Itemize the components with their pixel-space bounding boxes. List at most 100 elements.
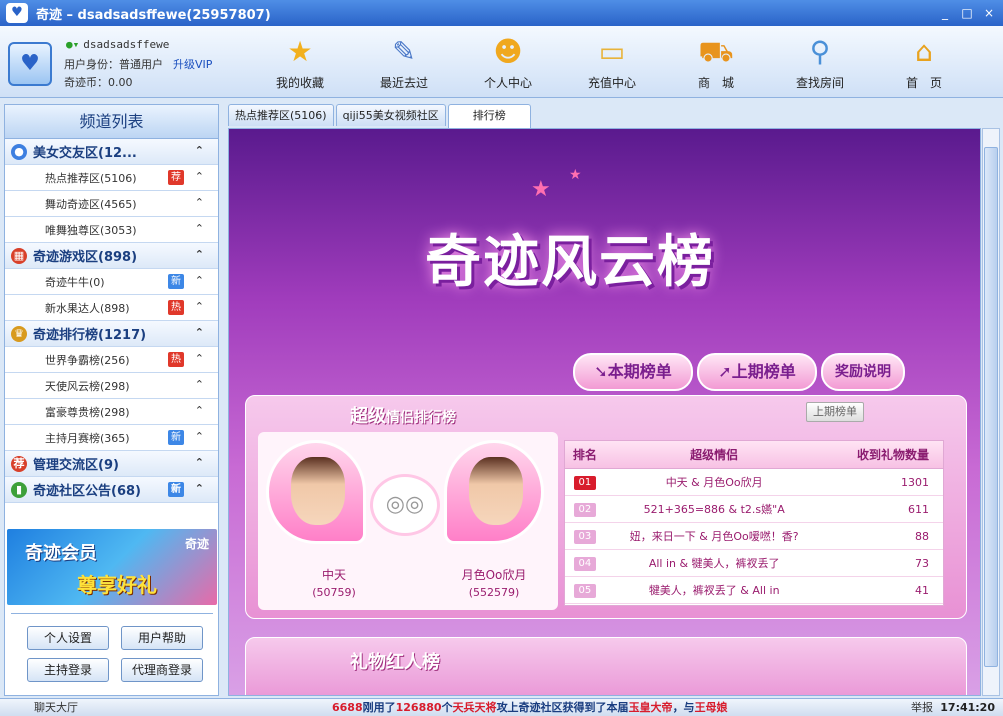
chat-hall-label[interactable]: 聊天大厅 (34, 699, 78, 716)
channel-group[interactable]: ▦ 奇迹游戏区(898) ⌃ (5, 243, 218, 269)
ranking-table: 排名 超级情侣 收到礼物数量 01 中天 & 月色Oo欣月 1301 02 521+36… (564, 440, 944, 606)
table-row[interactable]: 01 中天 & 月色Oo欣月 1301 (565, 469, 943, 496)
couple-ranking-panel: 超级情侣排行榜 上期榜单 ◎◎ 中天 (50759) 月色Oo欣月 (55257… (245, 395, 967, 619)
channel-label: 天使风云榜(298) (45, 379, 130, 393)
banner-line1: 奇迹会员 (25, 543, 97, 564)
channel-item[interactable]: 舞动奇迹区(4565) ⌃ (5, 191, 218, 217)
channel-group[interactable]: ♛ 奇迹排行榜(1217) ⌃ (5, 321, 218, 347)
scrollbar-thumb[interactable] (984, 147, 998, 667)
couple-right-name[interactable]: 月色Oo欣月 (444, 566, 544, 583)
chevron-up-icon[interactable]: ⌃ (195, 456, 204, 469)
rank-badge: 01 (573, 475, 596, 490)
channel-item[interactable]: 新水果达人(898) 热 ⌃ (5, 295, 218, 321)
channel-label: 舞动奇迹区(4565) (45, 197, 137, 211)
table-row[interactable]: 05 犍美人，裤衩丢了 & All in 41 (565, 577, 943, 604)
channel-label: 世界争霸榜(256) (45, 353, 130, 367)
current-list-button[interactable]: ➘本期榜单 (573, 353, 693, 391)
chevron-up-icon[interactable]: ⌃ (195, 326, 204, 339)
toolbar-item-card[interactable]: ▭ 充值中心 (560, 30, 664, 92)
channel-label: 唯舞独尊区(3053) (45, 223, 137, 237)
recommend-icon: 荐 (11, 455, 27, 472)
rank-badge: 02 (573, 502, 596, 517)
reward-info-button[interactable]: 奖励说明 (821, 353, 905, 391)
toolbar-item-magnifier[interactable]: ⚲ 查找房间 (768, 30, 872, 92)
tab-video-community[interactable]: qiji55美女视频社区 (335, 104, 446, 126)
couple-cell: 犍美人，裤衩丢了 & All in (648, 584, 780, 597)
maximize-button[interactable]: □ (959, 5, 975, 21)
rank-badge: 05 (573, 583, 596, 598)
channel-item[interactable]: 奇迹牛牛(0) 新 ⌃ (5, 269, 218, 295)
chevron-up-icon[interactable]: ⌃ (195, 170, 204, 183)
chevron-up-icon[interactable]: ⌃ (195, 144, 204, 157)
gifts-cell: 73 (915, 556, 929, 570)
channel-group[interactable]: ▮ 奇迹社区公告(68) 新 ⌃ (5, 477, 218, 503)
previous-ranking-button[interactable]: 上期榜单 (806, 402, 864, 422)
toolbar-item-label: 我的收藏 (275, 76, 324, 90)
hero-title: 奇迹风云榜 (425, 230, 715, 295)
person-icon: ☻ (493, 35, 523, 68)
rank-cell: 03 (565, 529, 605, 544)
toolbar-item-person[interactable]: ☻ 个人中心 (456, 30, 560, 92)
channel-item[interactable]: 富豪尊贵榜(298) ⌃ (5, 399, 218, 425)
avatar[interactable]: ♥ (8, 42, 52, 86)
toolbar-item-home[interactable]: ⌂ 首 页 (872, 30, 976, 92)
table-row[interactable]: 04 All in & 犍美人，裤衩丢了 73 (565, 550, 943, 577)
chevron-up-icon[interactable]: ⌃ (195, 378, 204, 391)
chevron-up-icon[interactable]: ⌃ (195, 196, 204, 209)
channel-item[interactable]: 天使风云榜(298) ⌃ (5, 373, 218, 399)
chevron-up-icon[interactable]: ⌃ (195, 222, 204, 235)
star-icon: ★ (287, 35, 313, 68)
chevron-up-icon[interactable]: ⌃ (195, 430, 204, 443)
channel-item[interactable]: 热点推荐区(5106) 荐 ⌃ (5, 165, 218, 191)
male-portrait (266, 440, 366, 544)
vip-banner[interactable]: 奇迹会员 尊享好礼 奇迹 (7, 529, 217, 605)
user-identity: 用户身份：普通用户 升级VIP (64, 56, 212, 72)
current-list-label: 本期榜单 (607, 362, 672, 381)
channel-group[interactable]: ● 美女交友区(12... ⌃ (5, 139, 218, 165)
couple-left-name[interactable]: 中天 (284, 566, 384, 583)
close-button[interactable]: × (981, 5, 997, 21)
user-help-button[interactable]: 用户帮助 (121, 626, 203, 650)
table-row[interactable]: 02 521+365=886 & t2.s嬿"A 611 (565, 496, 943, 523)
channel-group[interactable]: 荐管理交流区(9) ⌃ (5, 451, 218, 477)
chevron-up-icon[interactable]: ⌃ (195, 482, 204, 495)
col-rank: 排名 (572, 448, 597, 462)
panel-title-big: 超级 (350, 406, 386, 427)
chevron-up-icon[interactable]: ⌃ (195, 352, 204, 365)
chevron-up-icon[interactable]: ⌃ (195, 300, 204, 313)
minimize-button[interactable]: _ (937, 5, 953, 21)
toolbar-item-star[interactable]: ★ 我的收藏 (248, 30, 352, 92)
previous-list-button[interactable]: ➚上期榜单 (697, 353, 817, 391)
gift-star-panel: 礼物红人榜 (245, 637, 967, 695)
star-decoration-icon: ★ (531, 177, 551, 202)
chevron-up-icon[interactable]: ⌃ (195, 404, 204, 417)
marquee-part: 玉皇大帝 (628, 701, 673, 714)
host-login-button[interactable]: 主持登录 (27, 658, 109, 682)
vertical-scrollbar[interactable] (982, 128, 1000, 696)
marquee-part: 刚用了 (362, 701, 396, 714)
ranking-table-body: 01 中天 & 月色Oo欣月 1301 02 521+365=886 & t2.s嬿"A… (565, 469, 943, 604)
report-link[interactable]: 举报 (911, 699, 933, 716)
marquee-part: 王母娘 (694, 701, 728, 714)
chevron-up-icon[interactable]: ⌃ (195, 274, 204, 287)
toolbar-item-notepad[interactable]: ✎ 最近去过 (352, 30, 456, 92)
agent-login-button[interactable]: 代理商登录 (121, 658, 203, 682)
toolbar-item-cart[interactable]: ⛟ 商 城 (664, 30, 768, 92)
col-couple: 超级情侣 (690, 448, 739, 462)
upgrade-vip-link[interactable]: 升级VIP (173, 58, 212, 71)
channel-label: 热点推荐区(5106) (45, 171, 137, 185)
personal-settings-button[interactable]: 个人设置 (27, 626, 109, 650)
username[interactable]: ●▾ dsadsadsffewe (66, 38, 169, 51)
chevron-up-icon[interactable]: ⌃ (195, 248, 204, 261)
channel-item[interactable]: 唯舞独尊区(3053) ⌃ (5, 217, 218, 243)
table-row[interactable]: 03 妞，来日一下 & 月色Oo嗳嘫！香? 88 (565, 523, 943, 550)
channel-label: 奇迹牛牛(0) (45, 275, 105, 289)
tab-rankings[interactable]: 排行榜 (447, 104, 531, 128)
channel-item[interactable]: 世界争霸榜(256) 热 ⌃ (5, 347, 218, 373)
male-face (291, 457, 345, 525)
online-status-icon[interactable]: ●▾ (66, 38, 79, 51)
tab-hot-recommend[interactable]: 热点推荐区(5106) (228, 104, 334, 126)
window-title: 奇迹 – dsadsadsffewe(25957807) (36, 7, 271, 23)
channel-item[interactable]: 主持月赛榜(365) 新 ⌃ (5, 425, 218, 451)
hot-badge-icon: 荐 (168, 170, 184, 185)
